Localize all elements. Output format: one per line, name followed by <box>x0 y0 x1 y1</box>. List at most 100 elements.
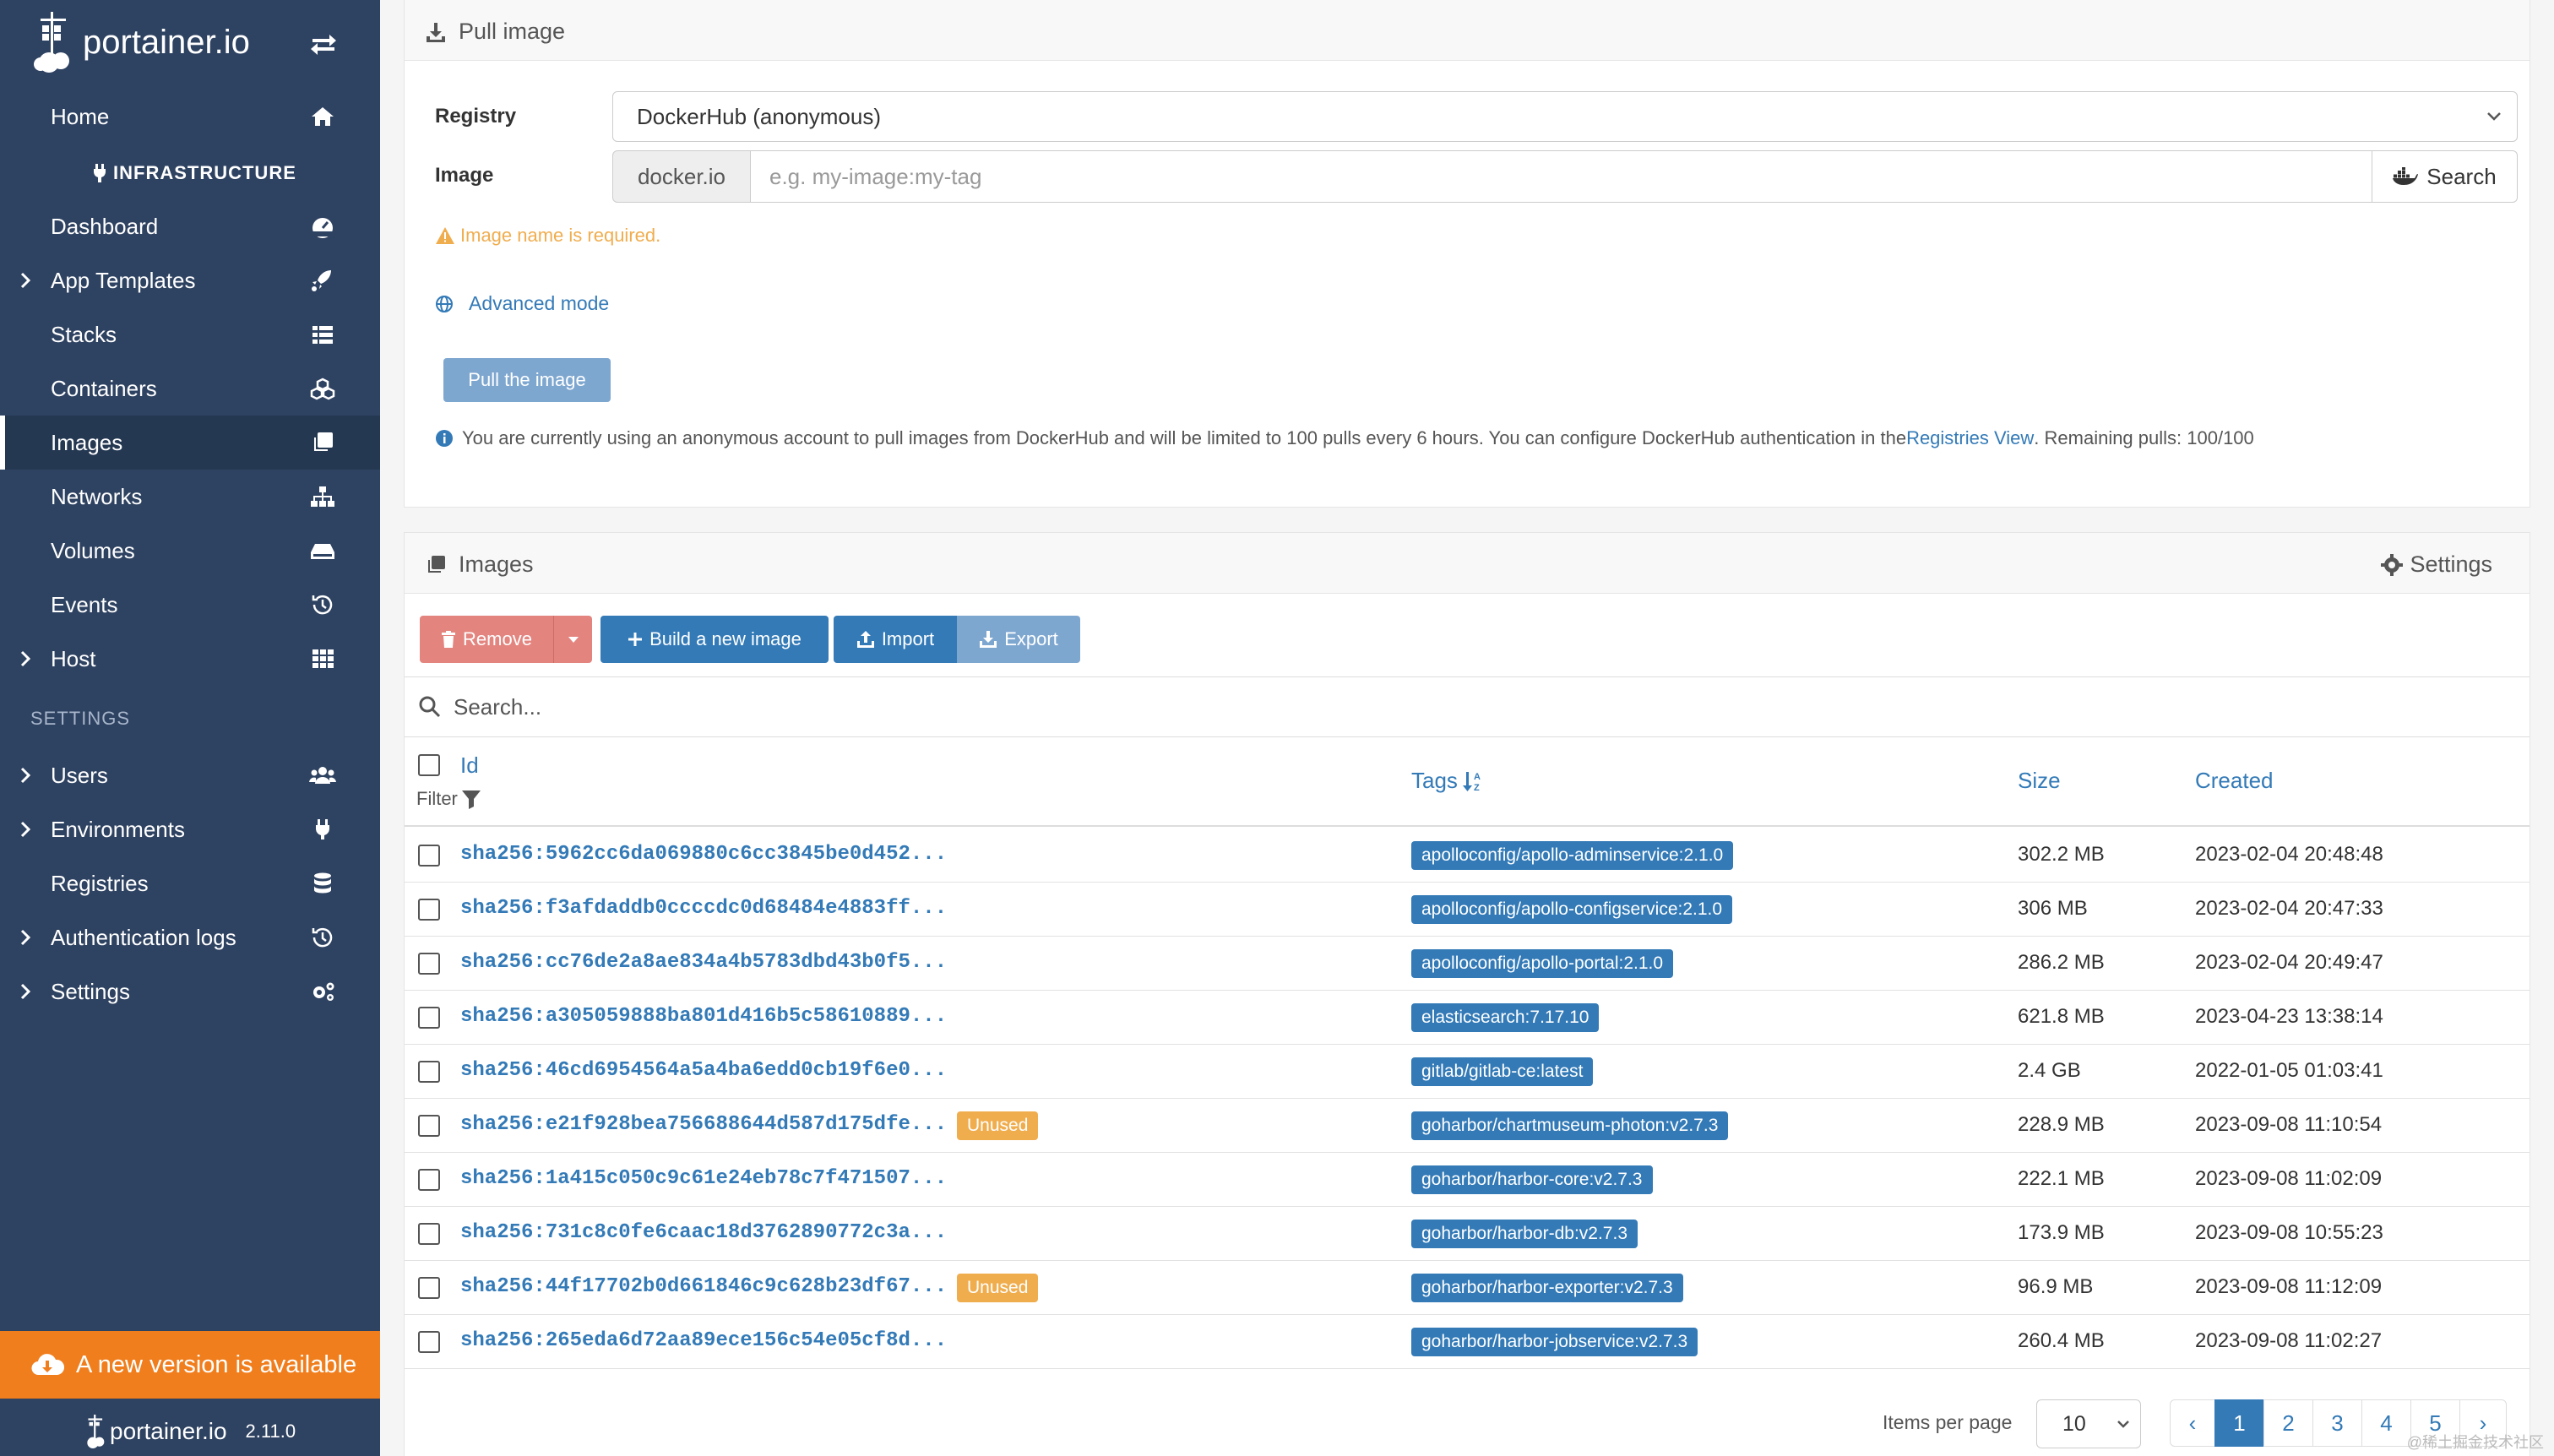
plug-icon <box>94 164 106 182</box>
image-id-link[interactable]: sha256:44f17702b0d661846c9c628b23df67... <box>460 1275 947 1298</box>
export-button[interactable]: Export <box>957 616 1080 663</box>
sidebar-toggle-icon[interactable] <box>304 25 343 64</box>
sidebar-item-label: Images <box>51 429 123 455</box>
footer-brand-name: portainer.io <box>110 1418 227 1444</box>
image-id-link[interactable]: sha256:1a415c050c9c61e24eb78c7f471507... <box>460 1167 947 1190</box>
sidebar-item-networks[interactable]: Networks <box>0 470 380 524</box>
column-created[interactable]: Created <box>2195 768 2274 794</box>
registries-view-link[interactable]: Registries View <box>1906 427 2034 449</box>
row-checkbox[interactable] <box>418 1115 440 1137</box>
image-input[interactable] <box>751 150 2372 203</box>
image-id-link[interactable]: sha256:46cd6954564a5a4ba6edd0cb19f6e0... <box>460 1059 947 1082</box>
update-banner[interactable]: A new version is available <box>0 1331 380 1399</box>
sidebar-item-label: Settings <box>51 978 130 1004</box>
anonymous-pull-info: You are currently using an anonymous acc… <box>435 427 2254 449</box>
info-icon <box>436 430 453 447</box>
column-size[interactable]: Size <box>2018 768 2061 794</box>
image-id-link[interactable]: sha256:cc76de2a8ae834a4b5783dbd43b0f5... <box>460 951 947 974</box>
advanced-mode-link[interactable]: Advanced mode <box>435 292 609 315</box>
column-tags[interactable]: Tags AZ <box>1411 768 1486 794</box>
images-search-bar <box>405 676 2530 737</box>
image-tag-badge: goharbor/harbor-db:v2.7.3 <box>1411 1220 1638 1248</box>
image-created: 2023-02-04 20:48:48 <box>2195 843 2383 866</box>
brand[interactable]: portainer.io <box>34 8 304 76</box>
image-size: 2.4 GB <box>2018 1059 2081 1082</box>
sidebar-item-volumes[interactable]: Volumes <box>0 524 380 578</box>
image-size: 173.9 MB <box>2018 1221 2105 1244</box>
unused-badge: Unused <box>957 1111 1039 1140</box>
images-toolbar: Remove Build a new image Import Export <box>420 616 1080 663</box>
row-checkbox[interactable] <box>418 899 440 921</box>
registry-select[interactable]: DockerHub (anonymous) <box>612 91 2518 142</box>
image-created: 2023-09-08 11:12:09 <box>2195 1275 2383 1298</box>
remove-options-dropdown[interactable] <box>553 616 592 663</box>
row-checkbox[interactable] <box>418 845 440 867</box>
row-checkbox[interactable] <box>418 1331 440 1353</box>
row-checkbox[interactable] <box>418 1061 440 1083</box>
page-2[interactable]: 2 <box>2263 1399 2313 1447</box>
search-image-button[interactable]: Search <box>2372 150 2518 203</box>
plug-icon <box>316 819 329 839</box>
build-image-button[interactable]: Build a new image <box>600 616 829 663</box>
sidebar-item-events[interactable]: Events <box>0 578 380 632</box>
sidebar-item-containers[interactable]: Containers <box>0 361 380 416</box>
sidebar-item-registries[interactable]: Registries <box>0 856 380 910</box>
table-settings-button[interactable]: Settings <box>2381 551 2492 578</box>
image-id-link[interactable]: sha256:f3afdaddb0ccccdc0d68484e4883ff... <box>460 897 947 920</box>
sidebar-section-infrastructure: INFRASTRUCTURE <box>93 160 296 186</box>
images-title: Images <box>459 551 534 577</box>
sidebar-item-dashboard[interactable]: Dashboard <box>0 199 380 253</box>
select-all-checkbox[interactable] <box>418 754 440 776</box>
import-button[interactable]: Import <box>834 616 957 663</box>
image-id-link[interactable]: sha256:e21f928bea756688644d587d175dfe... <box>460 1113 947 1136</box>
row-checkbox[interactable] <box>418 953 440 975</box>
sidebar-item-stacks[interactable]: Stacks <box>0 307 380 361</box>
row-checkbox[interactable] <box>418 1223 440 1245</box>
sidebar-item-label: Stacks <box>51 321 117 347</box>
column-id[interactable]: Id <box>460 752 479 779</box>
image-id-link[interactable]: sha256:731c8c0fe6caac18d3762890772c3a... <box>460 1221 947 1244</box>
image-input-group: docker.io Search <box>612 150 2518 203</box>
sidebar-item-label: Networks <box>51 483 143 509</box>
chevron-down-icon <box>2117 1421 2129 1428</box>
search-icon <box>419 696 441 718</box>
chevron-down-icon <box>2487 112 2501 121</box>
image-id-link[interactable]: sha256:265eda6d72aa89ece156c54e05cf8d... <box>460 1329 947 1352</box>
items-per-page-select[interactable]: 10 <box>2036 1399 2141 1448</box>
table-footer: Items per page 10 ‹ 1 2 3 4 5 › <box>405 1383 2530 1456</box>
page-4[interactable]: 4 <box>2361 1399 2411 1447</box>
table-row: sha256:a305059888ba801d416b5c58610889...… <box>405 991 2530 1045</box>
row-checkbox[interactable] <box>418 1007 440 1029</box>
rocket-icon <box>312 270 331 291</box>
pull-image-button[interactable]: Pull the image <box>443 358 611 402</box>
database-icon <box>314 872 331 894</box>
image-id-link[interactable]: sha256:5962cc6da069880c6cc3845be0d452... <box>460 843 947 866</box>
row-checkbox[interactable] <box>418 1169 440 1191</box>
sidebar-item-home[interactable]: Home <box>0 90 380 144</box>
sidebar-item-label: Host <box>51 645 96 671</box>
sidebar-item-label: Volumes <box>51 537 135 563</box>
id-filter[interactable]: Filter <box>416 788 481 810</box>
images-search-input[interactable] <box>454 693 2143 720</box>
svg-text:Z: Z <box>1474 783 1480 792</box>
image-id-link[interactable]: sha256:a305059888ba801d416b5c58610889... <box>460 1005 947 1028</box>
gear-icon <box>2381 553 2404 576</box>
sidebar-item-environments[interactable]: Environments <box>0 802 380 856</box>
sidebar-item-label: Authentication logs <box>51 924 236 950</box>
sidebar-item-host[interactable]: Host <box>0 632 380 686</box>
row-checkbox[interactable] <box>418 1277 440 1299</box>
image-size: 96.9 MB <box>2018 1275 2094 1298</box>
remove-button[interactable]: Remove <box>420 616 553 663</box>
sidebar-item-authentication-logs[interactable]: Authentication logs <box>0 910 380 964</box>
sidebar-item-settings[interactable]: Settings <box>0 964 380 1019</box>
sidebar-item-images[interactable]: Images <box>0 416 380 470</box>
image-size: 302.2 MB <box>2018 843 2105 866</box>
chevron-right-icon <box>20 650 31 667</box>
page-1[interactable]: 1 <box>2214 1399 2264 1447</box>
page-3[interactable]: 3 <box>2312 1399 2362 1447</box>
footer-brand: portainer.io 2.11.0 <box>84 1410 296 1453</box>
sidebar-item-app-templates[interactable]: App Templates <box>0 253 380 307</box>
image-created: 2023-09-08 11:02:09 <box>2195 1167 2383 1190</box>
sidebar-item-users[interactable]: Users <box>0 748 380 802</box>
page-prev[interactable]: ‹ <box>2170 1399 2215 1447</box>
